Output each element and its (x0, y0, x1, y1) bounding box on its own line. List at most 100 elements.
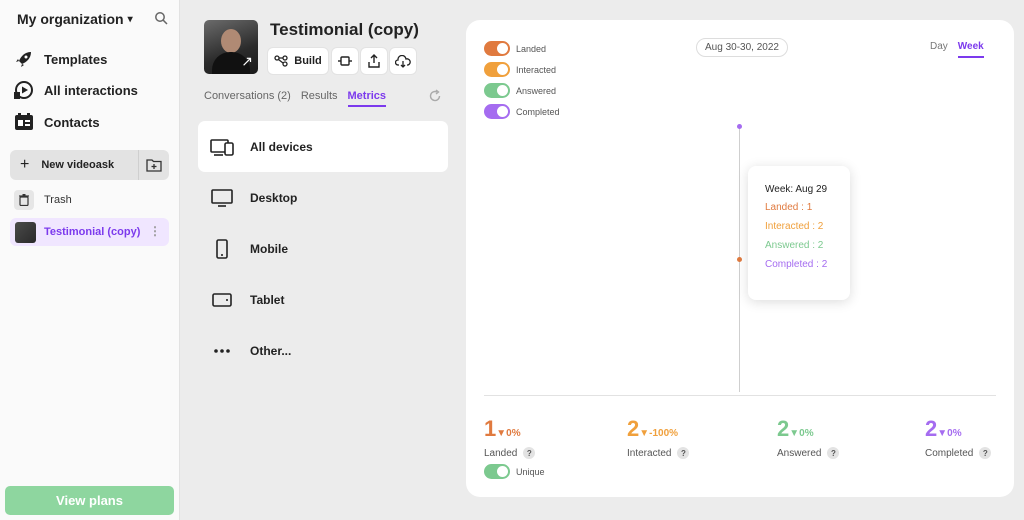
tooltip-row-completed: Completed : 2 (765, 259, 828, 270)
more-icon (214, 348, 230, 353)
contacts-icon (15, 113, 33, 130)
organization-selector[interactable]: My organization ▾ (17, 11, 133, 27)
toggle-switch (484, 83, 510, 98)
legend-toggle-interacted[interactable]: Interacted (484, 59, 560, 80)
sidebar-item-templates[interactable]: Templates (14, 49, 107, 69)
chart-tooltip: Week: Aug 29 Landed : 1 Interacted : 2 A… (748, 166, 850, 300)
view-plans-button[interactable]: View plans (5, 486, 174, 515)
legend-toggle-completed[interactable]: Completed (484, 101, 560, 122)
stat-change: ▼0% (789, 428, 814, 439)
new-videoask-group: + New videoask (10, 150, 169, 180)
tooltip-row-landed: Landed : 1 (765, 202, 813, 213)
sidebar-item-all-interactions[interactable]: All interactions (14, 80, 138, 100)
stat-label: Interacted (627, 447, 672, 459)
desktop-icon (211, 188, 233, 207)
stat-answered: 2▼0% Answered? (777, 416, 840, 459)
cloud-download-icon (395, 54, 411, 68)
more-options-icon[interactable]: ⋮ (149, 224, 161, 238)
legend-toggle-answered[interactable]: Answered (484, 80, 560, 101)
mobile-icon (216, 238, 228, 259)
new-videoask-button[interactable]: + New videoask (10, 150, 138, 180)
toggle-switch (484, 41, 510, 56)
embed-button[interactable] (332, 48, 358, 74)
build-button[interactable]: Build (268, 48, 328, 74)
help-icon[interactable]: ? (677, 447, 690, 459)
stat-value: 2 (627, 416, 640, 441)
download-button[interactable] (390, 48, 416, 74)
sidebar: My organization ▾ Templates All interact… (0, 0, 180, 520)
videoask-preview-thumbnail[interactable]: ↗ (204, 20, 258, 74)
search-icon[interactable] (154, 11, 168, 25)
unique-toggle[interactable]: Unique (484, 464, 545, 479)
stat-landed: 1▼0% Landed? (484, 416, 536, 459)
videoask-tabs: Conversations (2) Results Metrics (204, 90, 387, 107)
stat-value: 2 (925, 416, 938, 441)
legend-label: Landed (516, 43, 547, 54)
tooltip-row-interacted: Interacted : 2 (765, 221, 824, 232)
refresh-icon[interactable] (428, 89, 442, 103)
chevron-down-icon: ▾ (127, 13, 133, 25)
device-filter-tablet[interactable]: Tablet (198, 274, 448, 325)
sidebar-item-testimonial-copy[interactable]: Testimonial (copy) ⋮ (10, 218, 169, 246)
videoask-thumbnail (15, 221, 36, 243)
sidebar-item-label: Testimonial (copy) (44, 226, 141, 238)
period-week[interactable]: Week (957, 41, 984, 58)
legend-label: Completed (516, 106, 560, 117)
legend-toggle-landed[interactable]: Landed (484, 38, 560, 59)
device-filter-other[interactable]: Other... (198, 325, 448, 376)
data-point-landed[interactable] (737, 257, 742, 262)
toggle-switch (484, 62, 510, 77)
stat-completed: 2▼0% Completed? (925, 416, 992, 459)
tab-results[interactable]: Results (301, 90, 338, 107)
sidebar-item-label: Trash (44, 194, 72, 206)
device-label: All devices (250, 139, 313, 154)
sidebar-item-contacts[interactable]: Contacts (14, 112, 100, 132)
device-label: Other... (250, 343, 292, 358)
tab-conversations[interactable]: Conversations (2) (204, 90, 291, 107)
toggle-switch (484, 104, 510, 119)
flow-icon (274, 55, 288, 67)
embed-icon (338, 56, 352, 66)
toggle-switch (484, 464, 510, 479)
device-filter-desktop[interactable]: Desktop (198, 172, 448, 223)
new-folder-button[interactable] (138, 150, 169, 180)
plus-icon: + (20, 156, 30, 173)
play-icon (14, 81, 33, 99)
tablet-icon (212, 292, 232, 307)
period-selector: Day Week (930, 41, 984, 58)
stat-change: ▼-100% (639, 428, 679, 439)
all-devices-icon (210, 138, 234, 156)
device-label: Desktop (250, 190, 298, 205)
share-button[interactable] (361, 48, 387, 74)
help-icon[interactable]: ? (979, 447, 992, 459)
open-external-icon: ↗ (241, 53, 253, 69)
build-label: Build (294, 55, 322, 67)
metrics-chart-card: Landed Interacted Answered Completed Aug… (466, 20, 1014, 497)
device-filter-all-devices[interactable]: All devices (198, 121, 448, 172)
legend-label: Answered (516, 85, 557, 96)
device-filter-list: All devices Desktop Mobile Tablet Other.… (198, 121, 448, 376)
stat-value: 1 (484, 416, 497, 441)
device-filter-mobile[interactable]: Mobile (198, 223, 448, 274)
stat-label: Landed (484, 447, 518, 459)
data-point-completed[interactable] (737, 124, 742, 129)
unique-label: Unique (516, 466, 545, 477)
sidebar-item-trash[interactable]: Trash (14, 190, 72, 210)
period-day[interactable]: Day (930, 41, 948, 58)
sidebar-item-label: All interactions (44, 82, 138, 98)
videoask-title[interactable]: Testimonial (copy) (270, 20, 419, 40)
rocket-icon (16, 52, 31, 67)
stat-change: ▼0% (496, 428, 521, 439)
sidebar-item-label: Contacts (44, 114, 100, 130)
device-label: Mobile (250, 241, 288, 256)
stat-value: 2 (777, 416, 790, 441)
upload-icon (368, 54, 380, 68)
device-label: Tablet (250, 292, 285, 307)
date-range-picker[interactable]: Aug 30-30, 2022 (696, 38, 788, 57)
help-icon[interactable]: ? (827, 447, 840, 459)
stat-label: Completed (925, 447, 974, 459)
help-icon[interactable]: ? (523, 447, 536, 459)
tooltip-header: Week: Aug 29 (765, 184, 828, 195)
tab-metrics[interactable]: Metrics (347, 90, 387, 107)
chart-x-axis (484, 395, 996, 396)
